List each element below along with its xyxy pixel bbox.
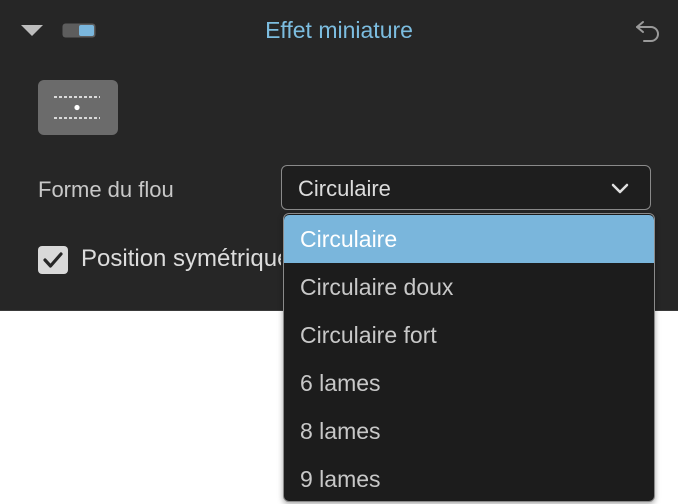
blur-shape-label: Forme du flou: [38, 177, 174, 202]
chevron-down-icon: [610, 181, 630, 195]
dropdown-option-6-lames[interactable]: 6 lames: [284, 359, 654, 407]
tilt-shift-linear-icon: [54, 96, 100, 119]
symmetric-position-label: Position symétrique: [81, 245, 281, 272]
dropdown-option-circulaire[interactable]: Circulaire: [284, 215, 654, 263]
dropdown-option-circulaire-doux[interactable]: Circulaire doux: [284, 263, 654, 311]
tilt-shift-linear-button[interactable]: [38, 80, 118, 135]
blur-shape-value: Circulaire: [298, 176, 391, 201]
blur-shape-select[interactable]: Circulaire: [281, 165, 651, 210]
dropdown-option-8-lames[interactable]: 8 lames: [284, 407, 654, 455]
dropdown-option-9-lames[interactable]: 9 lames: [284, 455, 654, 501]
panel-header: Effet miniature: [0, 0, 678, 60]
dropdown-option-circulaire-fort[interactable]: Circulaire fort: [284, 311, 654, 359]
symmetric-position-checkbox[interactable]: [38, 246, 68, 274]
checkmark-icon: [43, 252, 63, 268]
blur-shape-dropdown: Circulaire Circulaire doux Circulaire fo…: [283, 213, 655, 502]
panel-title: Effet miniature: [265, 17, 413, 43]
undo-icon[interactable]: [634, 18, 662, 42]
